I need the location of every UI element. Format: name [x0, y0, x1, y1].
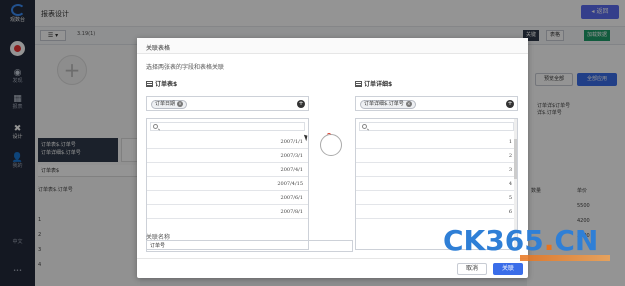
table-icon [355, 81, 362, 87]
left-table-name: 订单表$ [155, 81, 178, 88]
right-field-select[interactable]: 订单详细$.订单号 × + [355, 96, 518, 111]
remove-chip-icon[interactable]: × [405, 101, 412, 107]
field-chip-label: 订单详细$.订单号 [364, 101, 404, 107]
list-item[interactable]: 2007/3/1 [147, 149, 308, 163]
list-item[interactable]: 2007/6/1 [147, 191, 308, 205]
right-table-title: 订单详细$ [355, 79, 392, 88]
list-item[interactable]: 2007/4/15 [147, 177, 308, 191]
dialog-footer: 取消 关联 [137, 258, 528, 278]
watermark-dot: . [543, 224, 555, 257]
remove-chip-icon[interactable]: × [177, 101, 184, 107]
list-item[interactable]: 2007/4/1 [147, 163, 308, 177]
watermark-cn: CN [554, 224, 599, 257]
field-chip[interactable]: 订单日期 × [151, 100, 188, 109]
cancel-button[interactable]: 取消 [457, 263, 487, 275]
field-chip-label: 订单日期 [155, 101, 176, 107]
left-search-input[interactable] [150, 122, 305, 131]
left-field-select[interactable]: 订单日期 × + [146, 96, 309, 111]
list-item[interactable]: 1 [356, 135, 517, 149]
list-item[interactable]: 6 [356, 205, 517, 219]
dialog-header: 关联表格 [137, 38, 528, 54]
list-item[interactable]: 5 [356, 191, 517, 205]
left-table-title: 订单表$ [146, 79, 177, 88]
dialog-subtitle: 选择两张表的字段和表格关联 [146, 64, 225, 71]
join-name-input[interactable]: 订单号 [146, 240, 353, 252]
search-icon [362, 124, 367, 129]
loading-spinner-icon [320, 133, 342, 156]
table-icon [146, 81, 153, 87]
search-icon [153, 124, 158, 129]
add-field-icon[interactable]: + [297, 100, 305, 108]
right-search-input[interactable] [359, 122, 514, 131]
list-item[interactable]: 4 [356, 177, 517, 191]
left-value-list: 2007/1/1 2007/3/1 2007/4/1 2007/4/15 200… [146, 118, 309, 250]
watermark-main: CK365 [443, 224, 544, 257]
list-item[interactable]: 3 [356, 163, 517, 177]
right-table-name: 订单详细$ [364, 81, 393, 88]
watermark-logo: CK365.CN [443, 226, 598, 256]
add-field-icon[interactable]: + [506, 100, 514, 108]
list-item[interactable]: 2007/8/1 [147, 205, 308, 219]
list-item[interactable]: 2007/1/1 [147, 135, 308, 149]
list-item[interactable]: 2 [356, 149, 517, 163]
field-chip[interactable]: 订单详细$.订单号 × [360, 100, 416, 109]
confirm-join-button[interactable]: 关联 [493, 263, 523, 275]
dialog-title: 关联表格 [146, 45, 171, 52]
